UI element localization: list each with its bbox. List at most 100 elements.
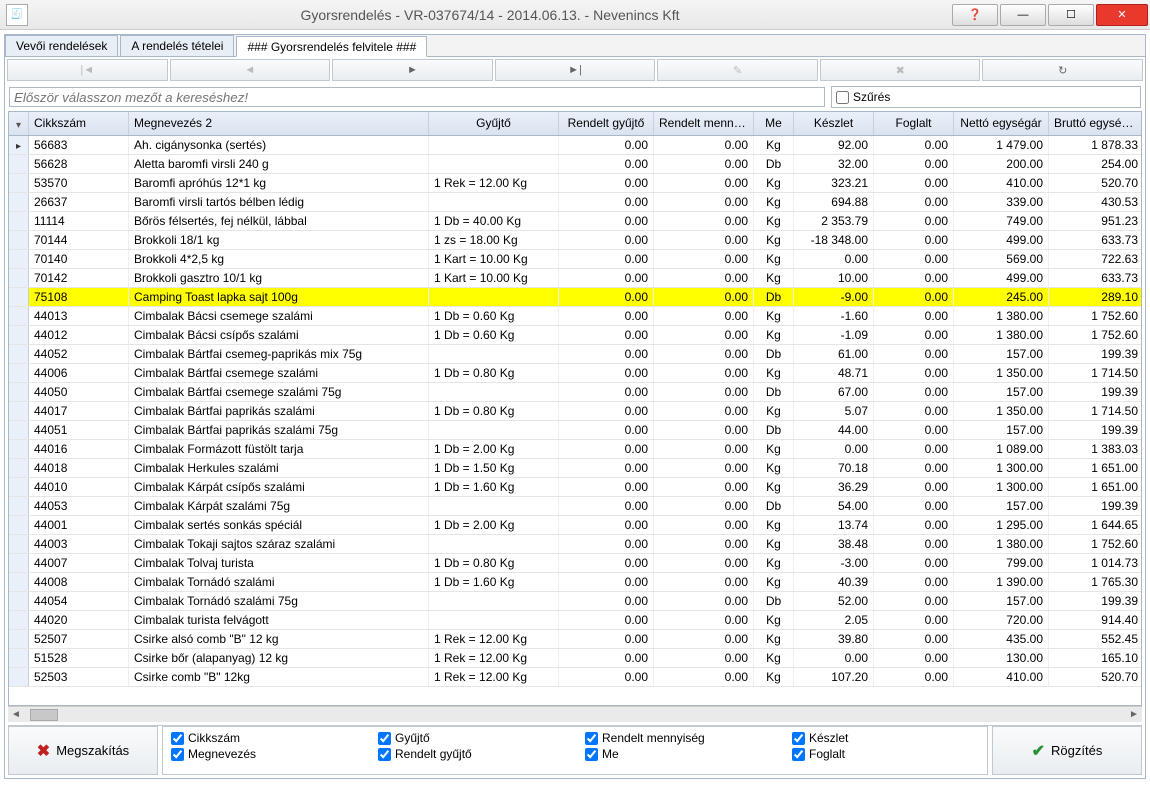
col-rendelt-gyujto[interactable]: Rendelt gyűjtő	[559, 112, 654, 135]
col-cikkszam[interactable]: Cikkszám	[29, 112, 129, 135]
check-input[interactable]	[378, 748, 391, 761]
scroll-thumb[interactable]	[30, 709, 58, 721]
table-row[interactable]: 56683Ah. cigánysonka (sertés)0.000.00Kg9…	[9, 136, 1141, 155]
table-row[interactable]: 52507Csirke alsó comb "B" 12 kg1 Rek = 1…	[9, 630, 1141, 649]
table-row[interactable]: 44050Cimbalak Bártfai csemege szalámi 75…	[9, 383, 1141, 402]
nav-prev[interactable]: ◄	[170, 59, 331, 81]
help-button[interactable]: ❓	[952, 4, 998, 26]
maximize-button[interactable]: ☐	[1048, 4, 1094, 26]
table-row[interactable]: 44007Cimbalak Tolvaj turista1 Db = 0.80 …	[9, 554, 1141, 573]
cell-rendelt-gyujto: 0.00	[559, 307, 654, 325]
nav-refresh[interactable]: ↻	[982, 59, 1143, 81]
table-row[interactable]: 56628Aletta baromfi virsli 240 g0.000.00…	[9, 155, 1141, 174]
cell-foglalt: 0.00	[874, 535, 954, 553]
table-row[interactable]: 44003Cimbalak Tokaji sajtos száraz szalá…	[9, 535, 1141, 554]
table-row[interactable]: 44054Cimbalak Tornádó szalámi 75g0.000.0…	[9, 592, 1141, 611]
nav-next[interactable]: ►	[332, 59, 493, 81]
search-input[interactable]	[9, 87, 825, 107]
table-row[interactable]: 51528Csirke bőr (alapanyag) 12 kg1 Rek =…	[9, 649, 1141, 668]
cell-keszlet: 13.74	[794, 516, 874, 534]
table-row[interactable]: 52503Csirke comb "B" 12kg1 Rek = 12.00 K…	[9, 668, 1141, 687]
cell-gyujto	[429, 592, 559, 610]
cell-keszlet: 32.00	[794, 155, 874, 173]
cell-brutto: 1 651.00	[1049, 478, 1141, 496]
cell-gyujto: 1 Db = 1.50 Kg	[429, 459, 559, 477]
check-input[interactable]	[585, 748, 598, 761]
table-row[interactable]: 70142Brokkoli gasztro 10/1 kg1 Kart = 10…	[9, 269, 1141, 288]
cell-gyujto	[429, 193, 559, 211]
cell-gyujto: 1 Rek = 12.00 Kg	[429, 630, 559, 648]
col-gyujto[interactable]: Gyűjtő	[429, 112, 559, 135]
table-row[interactable]: 44017Cimbalak Bártfai paprikás szalámi1 …	[9, 402, 1141, 421]
tab-orders[interactable]: Vevői rendelések	[5, 35, 118, 56]
check-input[interactable]	[792, 748, 805, 761]
col-menu[interactable]	[9, 112, 29, 135]
col-foglalt[interactable]: Foglalt	[874, 112, 954, 135]
check-input[interactable]	[585, 732, 598, 745]
table-row[interactable]: 44012Cimbalak Bácsi csípős szalámi1 Db =…	[9, 326, 1141, 345]
table-row[interactable]: 44008Cimbalak Tornádó szalámi1 Db = 1.60…	[9, 573, 1141, 592]
col-me[interactable]: Me	[754, 112, 794, 135]
table-row[interactable]: 44016Cimbalak Formázott füstölt tarja1 D…	[9, 440, 1141, 459]
cell-brutto: 1 752.60	[1049, 326, 1141, 344]
col-brutto[interactable]: Bruttó egységár	[1049, 112, 1142, 135]
table-row[interactable]: 26637Baromfi virsli tartós bélben lédig0…	[9, 193, 1141, 212]
table-row[interactable]: 44018Cimbalak Herkules szalámi1 Db = 1.5…	[9, 459, 1141, 478]
column-checks: Cikkszám Gyűjtő Rendelt mennyiség Készlet Me…	[162, 726, 988, 775]
cell-netto: 1 380.00	[954, 535, 1049, 553]
column-check[interactable]: Me	[585, 747, 772, 761]
column-check[interactable]: Rendelt mennyiség	[585, 731, 772, 745]
table-row[interactable]: 53570Baromfi apróhús 12*1 kg1 Rek = 12.0…	[9, 174, 1141, 193]
cell-me: Db	[754, 421, 794, 439]
cell-gyujto	[429, 611, 559, 629]
cell-rendelt-gyujto: 0.00	[559, 554, 654, 572]
check-input[interactable]	[792, 732, 805, 745]
save-button[interactable]: ✔ Rögzítés	[992, 726, 1142, 775]
tab-items[interactable]: A rendelés tételei	[120, 35, 234, 56]
column-check[interactable]: Megnevezés	[171, 747, 358, 761]
table-row[interactable]: 44013Cimbalak Bácsi csemege szalámi1 Db …	[9, 307, 1141, 326]
table-row[interactable]: 70140Brokkoli 4*2,5 kg1 Kart = 10.00 Kg0…	[9, 250, 1141, 269]
cell-keszlet: 52.00	[794, 592, 874, 610]
cell-netto: 1 089.00	[954, 440, 1049, 458]
col-rendelt-menny[interactable]: Rendelt mennyiség	[654, 112, 754, 135]
table-row[interactable]: 75108Camping Toast lapka sajt 100g0.000.…	[9, 288, 1141, 307]
col-megnevezes[interactable]: Megnevezés 2	[129, 112, 429, 135]
nav-delete[interactable]: ✖	[820, 59, 981, 81]
nav-edit[interactable]: ✎	[657, 59, 818, 81]
table-row[interactable]: 44051Cimbalak Bártfai paprikás szalámi 7…	[9, 421, 1141, 440]
nav-last[interactable]: ►|	[495, 59, 656, 81]
horizontal-scrollbar[interactable]: ◄ ►	[8, 706, 1142, 722]
cell-brutto: 722.63	[1049, 250, 1141, 268]
close-button[interactable]: ✕	[1096, 4, 1148, 26]
table-row[interactable]: 44053Cimbalak Kárpát szalámi 75g0.000.00…	[9, 497, 1141, 516]
column-check[interactable]: Gyűjtő	[378, 731, 565, 745]
table-row[interactable]: 44006Cimbalak Bártfai csemege szalámi1 D…	[9, 364, 1141, 383]
column-check[interactable]: Készlet	[792, 731, 979, 745]
check-input[interactable]	[171, 748, 184, 761]
cell-keszlet: -1.60	[794, 307, 874, 325]
check-input[interactable]	[171, 732, 184, 745]
tab-quick-order[interactable]: ### Gyorsrendelés felvitele ###	[236, 36, 427, 57]
col-keszlet[interactable]: Készlet	[794, 112, 874, 135]
column-check[interactable]: Foglalt	[792, 747, 979, 761]
filter-checkbox[interactable]	[836, 91, 849, 104]
table-row[interactable]: 44010Cimbalak Kárpát csípős szalámi1 Db …	[9, 478, 1141, 497]
table-row[interactable]: 44052Cimbalak Bártfai csemeg-paprikás mi…	[9, 345, 1141, 364]
column-check[interactable]: Rendelt gyűjtő	[378, 747, 565, 761]
minimize-button[interactable]: —	[1000, 4, 1046, 26]
table-row[interactable]: 44001Cimbalak sertés sonkás spéciál1 Db …	[9, 516, 1141, 535]
cancel-button[interactable]: ✖ Megszakítás	[8, 726, 158, 775]
column-check[interactable]: Cikkszám	[171, 731, 358, 745]
cell-netto: 410.00	[954, 668, 1049, 686]
cell-brutto: 520.70	[1049, 174, 1141, 192]
check-input[interactable]	[378, 732, 391, 745]
table-row[interactable]: 11114Bőrös félsertés, fej nélkül, lábbal…	[9, 212, 1141, 231]
cell-rendelt-gyujto: 0.00	[559, 155, 654, 173]
filter-input[interactable]	[896, 88, 1136, 106]
nav-first[interactable]: |◄	[7, 59, 168, 81]
grid-body[interactable]: 56683Ah. cigánysonka (sertés)0.000.00Kg9…	[9, 136, 1141, 705]
col-netto[interactable]: Nettó egységár	[954, 112, 1049, 135]
table-row[interactable]: 70144Brokkoli 18/1 kg1 zs = 18.00 Kg0.00…	[9, 231, 1141, 250]
table-row[interactable]: 44020Cimbalak turista felvágott0.000.00K…	[9, 611, 1141, 630]
